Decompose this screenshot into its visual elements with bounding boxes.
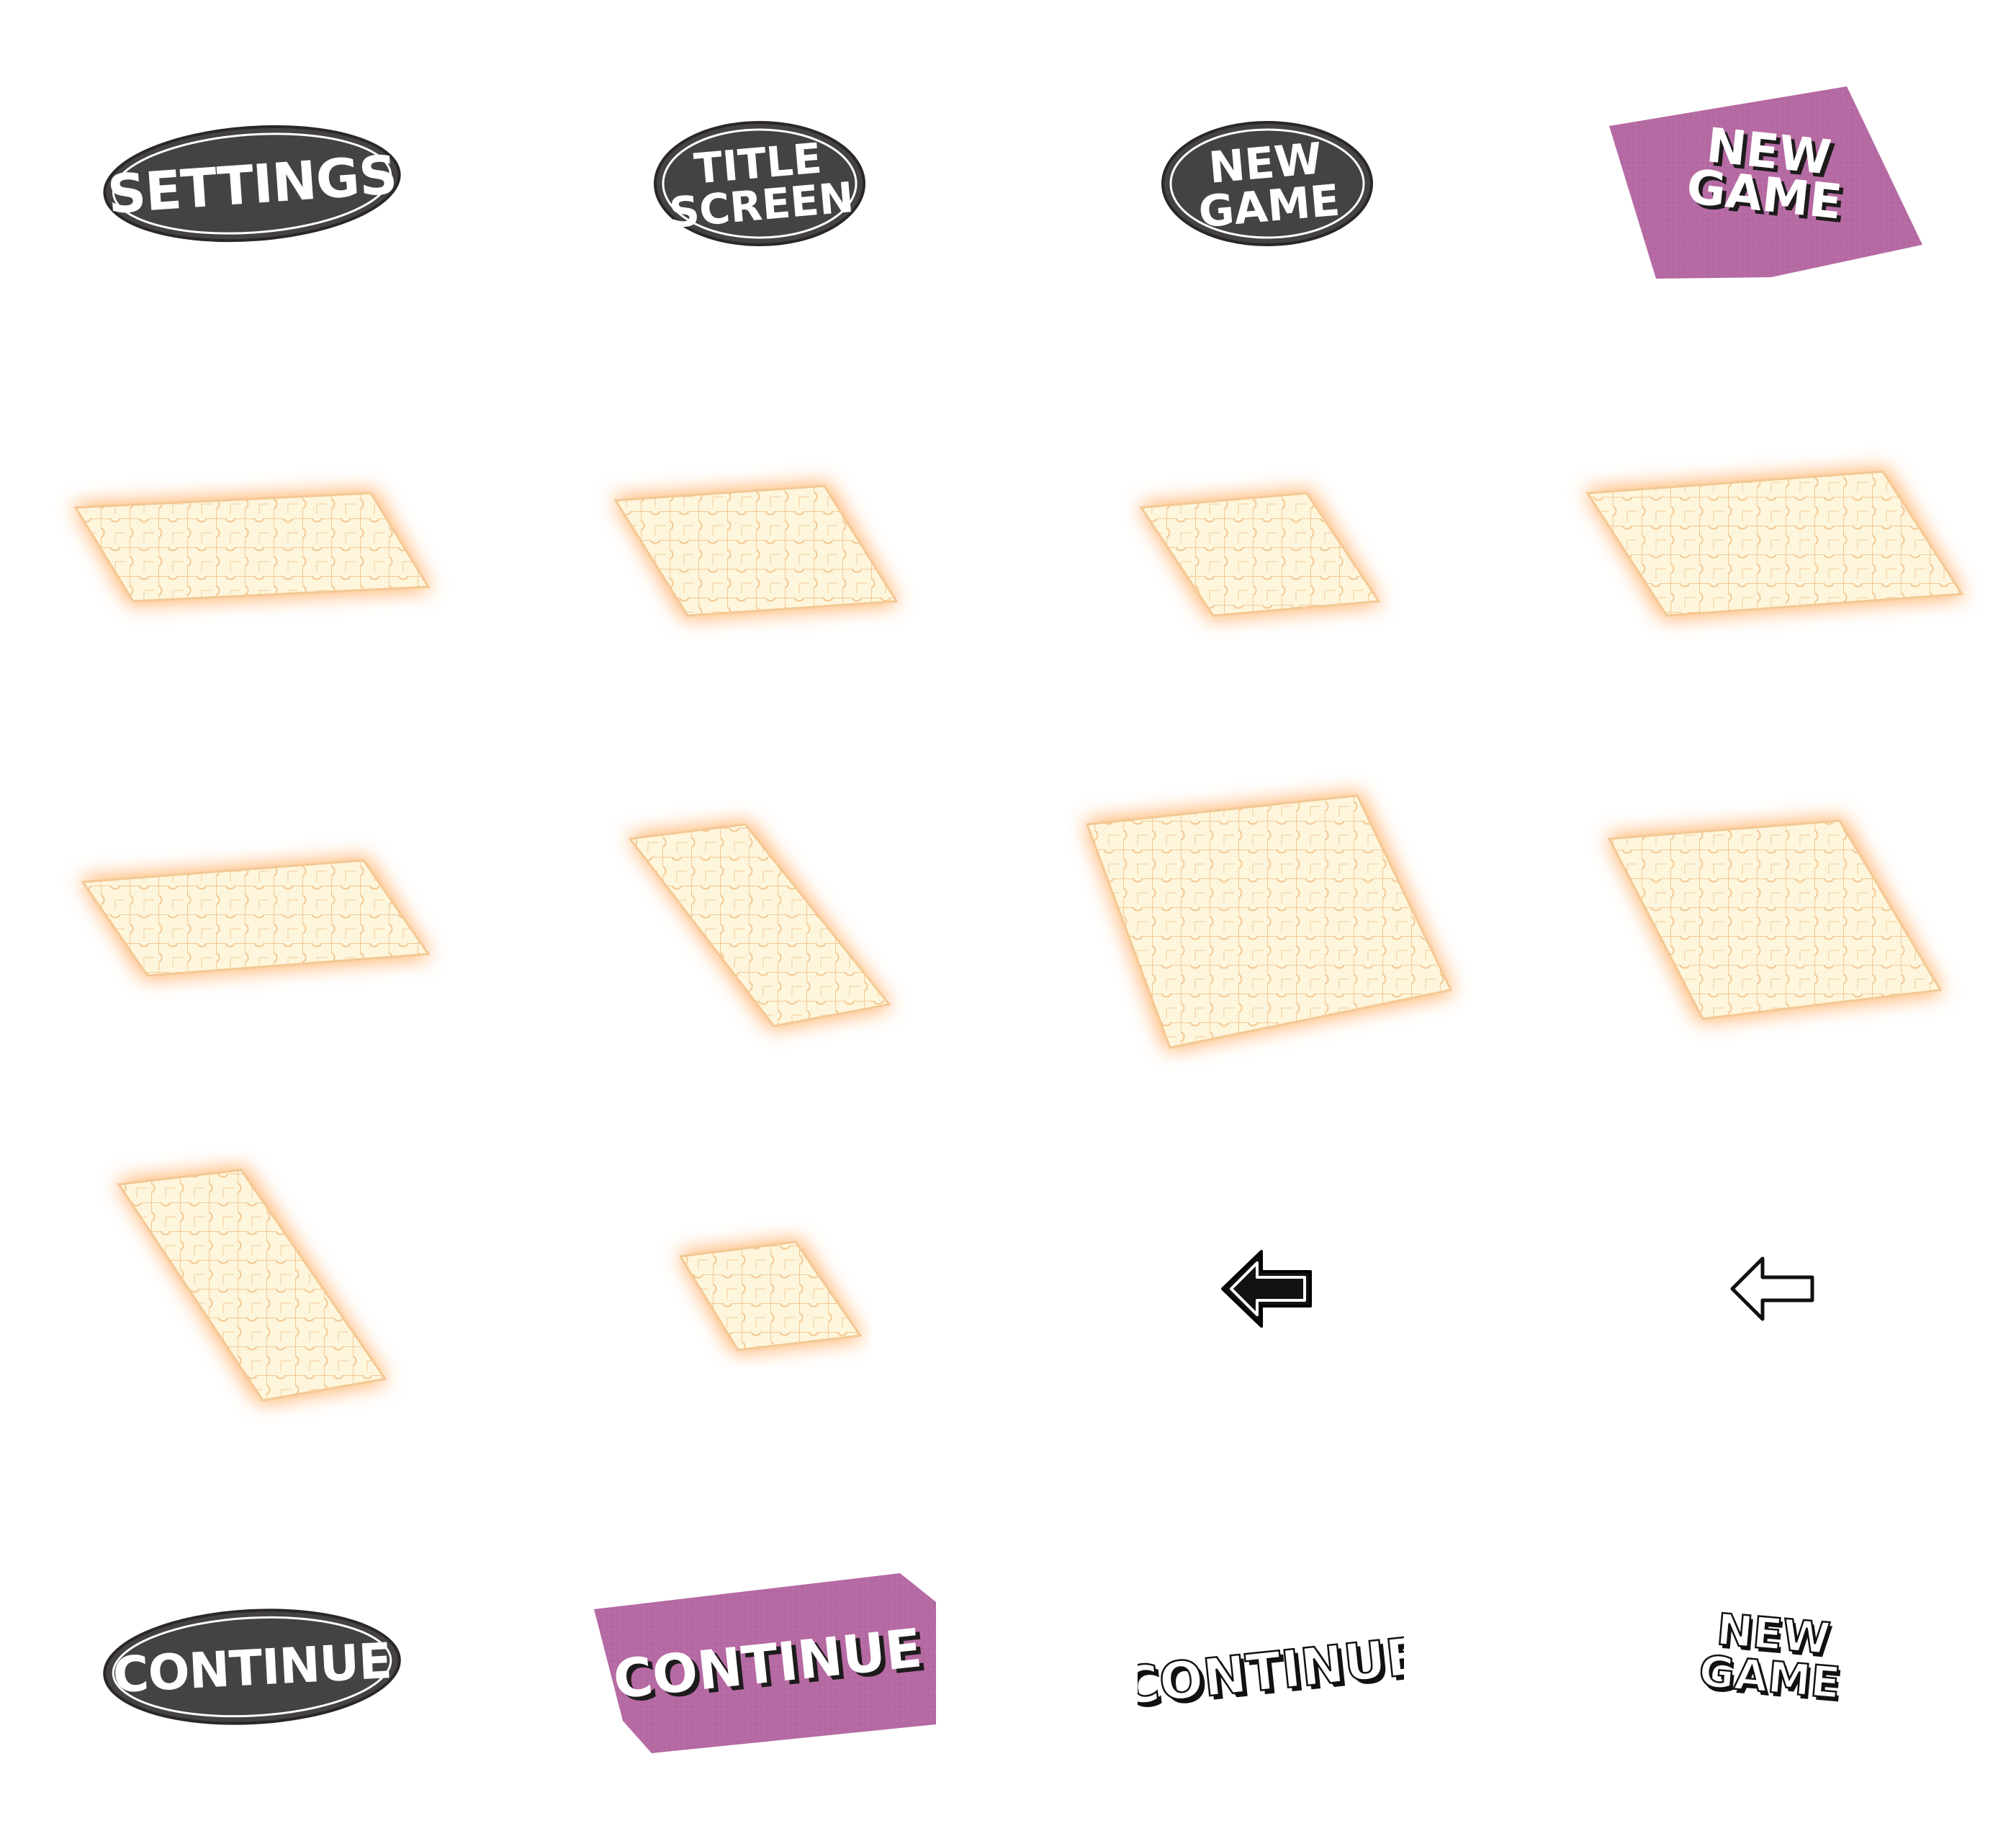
puzzle-board-8[interactable] <box>1584 792 1973 1080</box>
puzzle-board-3[interactable] <box>1109 461 1411 648</box>
new-game-tag-button[interactable]: NEW NEW GAME GAME <box>1606 83 1930 284</box>
new-game-plain-button[interactable]: NEW NEW GAME GAME <box>1692 1595 1850 1724</box>
puzzle-board-5[interactable] <box>43 828 454 1022</box>
continue-button[interactable]: CONTINUE <box>101 1606 403 1728</box>
settings-button[interactable]: SETTINGS <box>101 122 403 245</box>
continue-plain-button[interactable]: CONTINUE CONTINUE <box>1138 1613 1404 1721</box>
arrow-left-icon[interactable] <box>1217 1246 1318 1332</box>
puzzle-board-6[interactable] <box>605 799 914 1066</box>
puzzle-board-2[interactable] <box>583 454 929 648</box>
puzzle-board-10[interactable] <box>655 1217 871 1368</box>
new-game-button[interactable]: NEW GAME <box>1159 119 1375 248</box>
puzzle-board-4[interactable] <box>1555 439 2002 662</box>
puzzle-board-1[interactable] <box>43 461 461 648</box>
puzzle-board-7[interactable] <box>1066 763 1483 1094</box>
puzzle-board-9[interactable] <box>94 1145 418 1433</box>
arrow-left-outline-icon[interactable] <box>1728 1253 1818 1325</box>
title-screen-button[interactable]: TITLE SCREEN <box>652 119 868 248</box>
continue-tag-button[interactable]: CONTINUE CONTINUE <box>590 1570 950 1757</box>
